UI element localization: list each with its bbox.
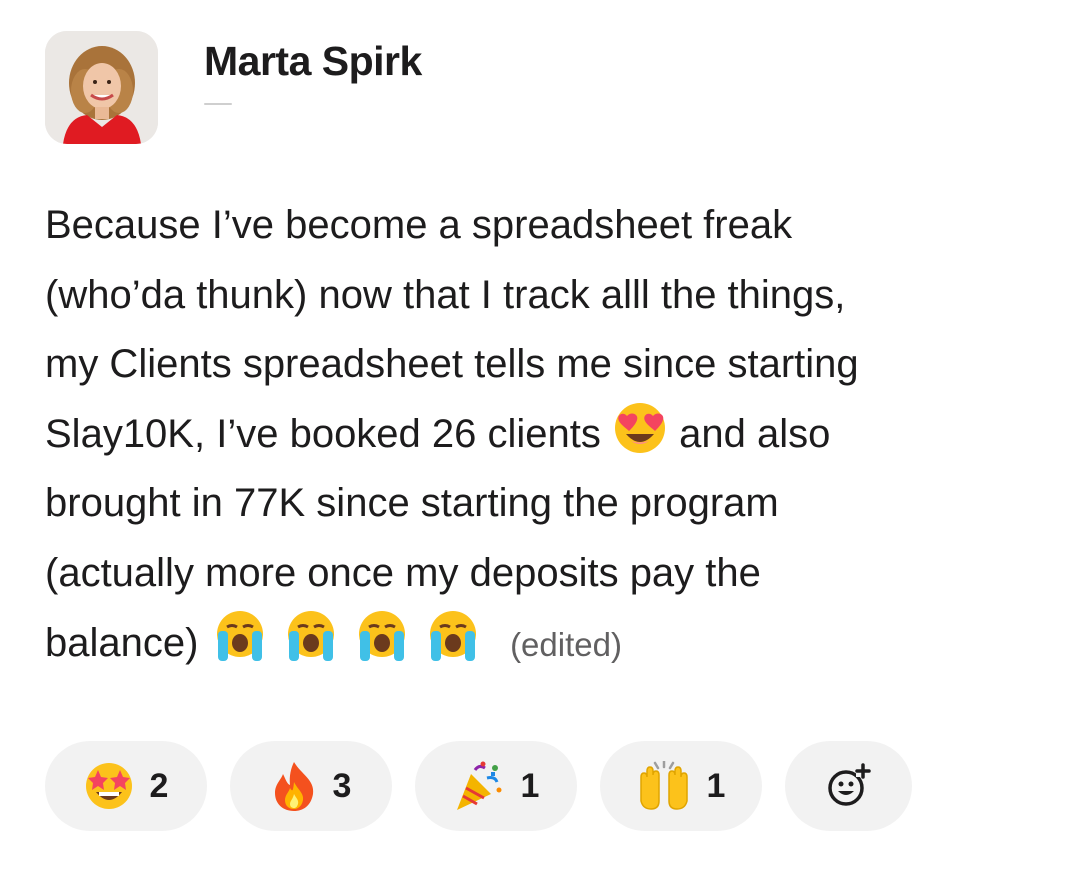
message-body: Because I’ve become a spreadsheet freak … (45, 191, 1045, 678)
star-struck-emoji-icon (85, 763, 132, 809)
edited-label: (edited) (510, 625, 622, 663)
reaction-count: 1 (706, 766, 726, 805)
raising-hands-emoji-icon (639, 761, 688, 810)
add-reaction-button[interactable] (785, 741, 912, 831)
party-popper-emoji-icon (456, 761, 502, 810)
reaction-count: 2 (149, 766, 169, 805)
reaction-star-struck[interactable]: 2 (45, 741, 207, 831)
divider (204, 103, 232, 105)
fire-emoji-icon (274, 762, 313, 811)
loudly-crying-emoji-icon (283, 609, 339, 663)
heart-eyes-emoji-icon (614, 402, 666, 454)
add-reaction-icon (827, 763, 871, 806)
reaction-party-popper[interactable]: 1 (415, 741, 577, 831)
reaction-raising-hands[interactable]: 1 (600, 741, 762, 831)
loudly-crying-emoji-icon (212, 609, 268, 663)
message-text: Slay10K, I’ve booked 26 clients (45, 411, 601, 456)
message-line: brought in 77K since starting the progra… (45, 481, 779, 526)
message-line: Because I’ve become a spreadsheet freak (45, 203, 793, 247)
reaction-count: 1 (520, 766, 540, 805)
avatar[interactable] (45, 31, 158, 144)
reaction-fire[interactable]: 3 (230, 741, 392, 831)
message-line: my Clients spreadsheet tells me since st… (45, 342, 859, 387)
message-line: (actually more once my deposits pay the (45, 550, 761, 595)
message-text: and also (679, 411, 831, 456)
author-name[interactable]: Marta Spirk (204, 38, 422, 85)
loudly-crying-emoji-icon (425, 609, 481, 663)
loudly-crying-emoji-icon (354, 609, 410, 663)
message-text: balance) (45, 620, 199, 665)
message-line: Slay10K, I’ve booked 26 clients and also (45, 400, 1045, 470)
message-line: (who’da thunk) now that I track alll the… (45, 272, 846, 317)
message-line: balance) (edited) (45, 609, 1045, 679)
reaction-count: 3 (332, 766, 352, 805)
